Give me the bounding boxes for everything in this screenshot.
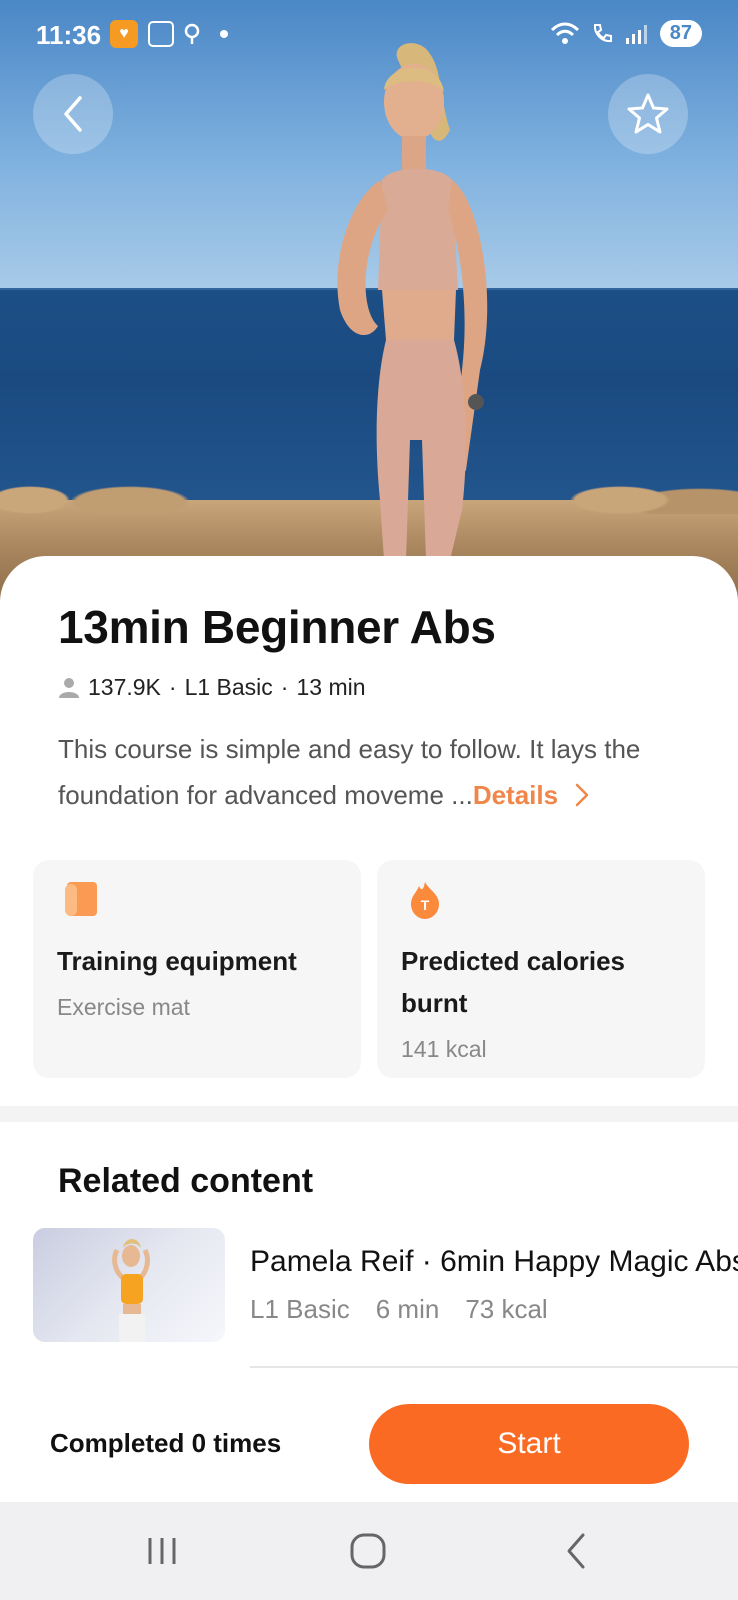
- related-item-duration: 6 min: [375, 1294, 440, 1324]
- system-navigation-bar: [0, 1502, 738, 1600]
- signal-icon: [625, 24, 647, 44]
- related-item-level: L1 Basic: [250, 1294, 350, 1324]
- related-divider: [250, 1366, 738, 1368]
- meta-separator: ·: [280, 674, 289, 700]
- details-link[interactable]: Details: [473, 780, 592, 810]
- related-item-calories: 73 kcal: [465, 1294, 548, 1324]
- chevron-right-icon: [576, 783, 589, 807]
- chevron-left-icon: [64, 96, 82, 132]
- related-content-title: Related content: [58, 1162, 314, 1200]
- more-notifications-dot-icon: [220, 30, 228, 38]
- start-button[interactable]: Start: [369, 1404, 689, 1484]
- svg-text:T: T: [421, 897, 430, 913]
- related-thumbnail: [33, 1228, 225, 1342]
- person-icon: [59, 677, 79, 698]
- location-icon: [184, 23, 200, 44]
- course-title: 13min Beginner Abs: [58, 601, 496, 653]
- equipment-label: Training equipment: [57, 946, 297, 976]
- course-level: L1 Basic: [184, 674, 273, 700]
- home-button[interactable]: [338, 1526, 398, 1576]
- wifi-calling-icon: [593, 23, 612, 42]
- recent-apps-icon: [148, 1538, 176, 1564]
- calories-box: T Predicted calories burnt 141 kcal: [377, 860, 705, 1078]
- status-time: 11:36: [36, 20, 102, 50]
- back-button[interactable]: [33, 74, 113, 154]
- exercise-mat-icon: [65, 882, 97, 916]
- course-detail-card: 13min Beginner Abs 137.9K · L1 Basic · 1…: [0, 556, 738, 1116]
- system-back-button[interactable]: [546, 1526, 606, 1576]
- favorite-button[interactable]: [608, 74, 688, 154]
- related-trainer-image: [112, 1239, 150, 1342]
- section-divider: [0, 1106, 738, 1122]
- star-outline-icon: [627, 93, 669, 134]
- screenshot-icon: [148, 21, 174, 47]
- wifi-icon: [550, 22, 579, 44]
- recent-apps-button[interactable]: [132, 1526, 192, 1576]
- status-notification-icons: ♥: [110, 20, 228, 48]
- course-duration: 13 min: [296, 674, 366, 700]
- status-system-icons: 87: [550, 20, 702, 47]
- related-item-meta: L1 Basic 6 min 73 kcal: [250, 1294, 548, 1325]
- app-notification-icon: ♥: [110, 20, 138, 48]
- related-item-title: Pamela Reif · 6min Happy Magic Abs: [250, 1245, 738, 1278]
- meta-separator: ·: [168, 674, 177, 700]
- trainer-figure: [337, 43, 488, 560]
- home-icon: [350, 1533, 386, 1569]
- completed-count: Completed 0 times: [50, 1428, 282, 1458]
- battery-indicator: 87: [659, 20, 702, 47]
- status-bar: 11:36 ♥ 87: [0, 0, 738, 70]
- flame-icon: T: [411, 882, 439, 919]
- calories-label: Predicted calories burnt: [401, 946, 625, 1018]
- calories-value: 141 kcal: [401, 1036, 487, 1062]
- course-meta: 137.9K · L1 Basic · 13 min: [58, 674, 366, 701]
- system-back-icon: [567, 1533, 585, 1569]
- course-description: This course is simple and easy to follow…: [58, 726, 698, 818]
- equipment-box: Training equipment Exercise mat: [33, 860, 361, 1078]
- participant-count: 137.9K: [88, 674, 161, 700]
- details-label: Details: [472, 780, 559, 810]
- equipment-value: Exercise mat: [57, 994, 190, 1020]
